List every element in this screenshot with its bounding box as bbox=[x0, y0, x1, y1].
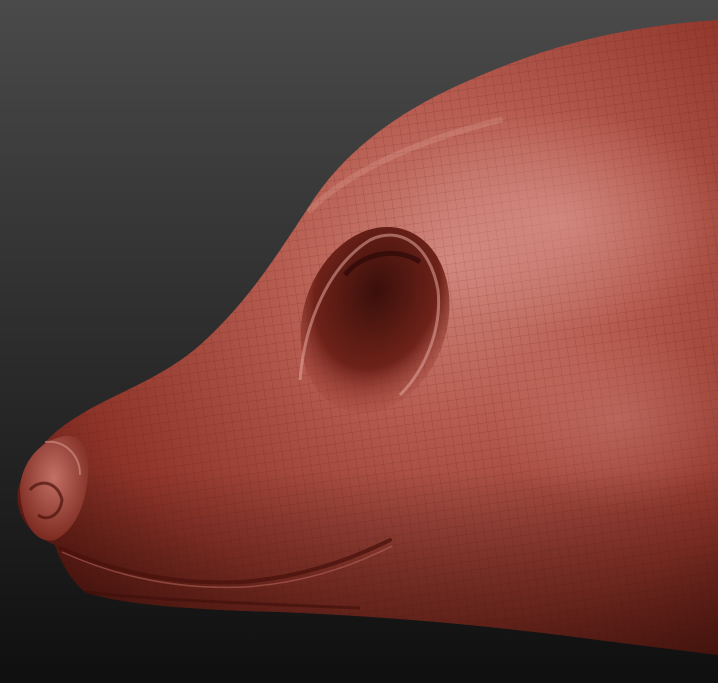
sculpted-head-model[interactable] bbox=[0, 0, 718, 683]
sculpt-viewport[interactable] bbox=[0, 0, 718, 683]
